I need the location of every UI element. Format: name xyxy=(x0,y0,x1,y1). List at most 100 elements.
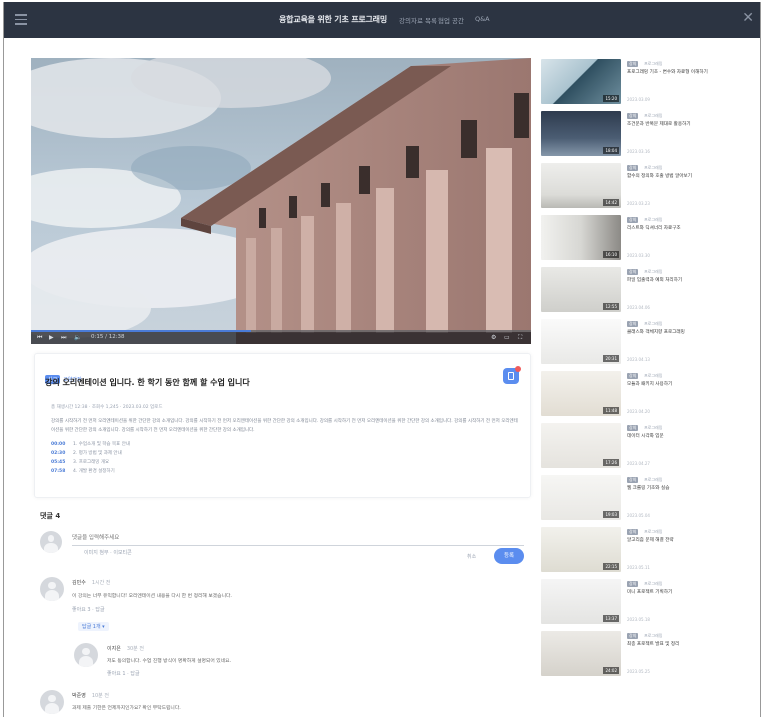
video-title[interactable]: 프로그래밍 기초 - 변수와 자료형 이해하기 xyxy=(627,70,747,76)
video-thumbnail[interactable]: 19:03 xyxy=(541,475,621,520)
post-comment-button[interactable]: 등록 xyxy=(494,548,524,564)
lecture-headline: 강의 오리엔테이션 입니다. 한 학기 동안 함께 할 수업 입니다 xyxy=(45,378,250,387)
video-date: 2023.03.23 xyxy=(627,201,650,206)
video-category: 프로그래밍 xyxy=(644,217,663,222)
volume-icon[interactable]: 🔈 xyxy=(74,334,81,341)
comment-actions[interactable]: 좋아요 1 · 답글 xyxy=(107,670,140,677)
chapter-item[interactable]: 05:45 3. 프로그래밍 개요 xyxy=(51,459,130,468)
video-badge: 강의 xyxy=(627,373,639,379)
related-video-item[interactable]: 12:55 강의 프로그래밍 파일 입출력과 예외 처리하기 2023.04.06 xyxy=(541,267,751,315)
video-thumbnail[interactable]: 16:10 xyxy=(541,215,621,260)
video-progress-bar[interactable] xyxy=(31,330,531,332)
skip-forward-icon[interactable]: ⏭ xyxy=(61,334,66,341)
video-title[interactable]: 데이터 시각화 입문 xyxy=(627,434,747,440)
video-thumbnail[interactable]: 20:31 xyxy=(541,319,621,364)
video-controls: ⏮ ▶ ⏭ 🔈 0:15 / 12:38 ⚙ ▭ ⛶ xyxy=(31,330,531,344)
video-title[interactable]: 파일 입출력과 예외 처리하기 xyxy=(627,278,747,284)
video-title[interactable]: 함수의 정의와 호출 방법 알아보기 xyxy=(627,174,747,180)
related-video-item[interactable]: 16:10 강의 프로그래밍 리스트와 딕셔너리 자료구조 2023.03.30 xyxy=(541,215,751,263)
comment-input[interactable] xyxy=(72,531,524,546)
video-date: 2023.04.27 xyxy=(627,461,650,466)
comment-text: 저도 동의합니다. 수업 진행 방식이 명확하게 설명되어 있네요. xyxy=(107,659,232,664)
video-duration: 14:42 xyxy=(603,199,619,206)
related-video-item[interactable]: 14:42 강의 프로그래밍함수의 정의와 호출 방법 알아보기 2023.03.23 xyxy=(541,163,751,211)
chapter-item[interactable]: 02:30 2. 평가 방법 및 과제 안내 xyxy=(51,450,130,459)
subtitles-icon[interactable]: ▭ xyxy=(504,334,510,341)
video-duration: 24:02 xyxy=(603,667,619,674)
video-category: 프로그래밍 xyxy=(644,633,663,638)
nav-link-qna[interactable]: Q&A xyxy=(475,15,490,23)
video-time: 0:15 / 12:38 xyxy=(91,334,125,340)
video-thumbnail[interactable]: 12:55 xyxy=(541,267,621,312)
lecture-description: 강의를 시작하기 전 먼저 오리엔테이션을 위한 간단한 강의 소개입니다. 강… xyxy=(51,419,518,433)
video-duration: 22:15 xyxy=(603,563,619,570)
notebook-icon xyxy=(508,372,514,380)
fullscreen-icon[interactable]: ⛶ xyxy=(518,334,522,341)
video-date: 2023.03.09 xyxy=(627,97,650,102)
video-category: 프로그래밍 xyxy=(644,477,663,482)
video-title[interactable]: 최종 프로젝트 발표 및 정리 xyxy=(627,642,747,648)
nav-link-collab[interactable]: 협업 공간 xyxy=(438,15,464,25)
comment-actions[interactable]: 좋아요 3 · 답글 xyxy=(72,606,105,613)
video-player[interactable]: ⏮ ▶ ⏭ 🔈 0:15 / 12:38 ⚙ ▭ ⛶ xyxy=(31,58,531,344)
video-category: 프로그래밍 xyxy=(644,581,663,586)
video-category: 프로그래밍 xyxy=(644,113,663,118)
video-badge: 강의 xyxy=(627,165,639,171)
video-category: 프로그래밍 xyxy=(644,165,663,170)
related-video-item[interactable]: 11:48 강의 프로그래밍 모듈과 패키지 사용하기 2023.04.20 xyxy=(541,371,751,419)
related-video-item[interactable]: 15:20 강의 프로그래밍 프로그래밍 기초 - 변수와 자료형 이해하기 2023.… xyxy=(541,59,751,107)
video-thumbnail[interactable]: 13:37 xyxy=(541,579,621,624)
chapter-list: 00:00 1. 수업소개 및 학습 목표 안내 02:30 2. 평가 방법 및 … xyxy=(51,441,130,477)
play-icon[interactable]: ▶ xyxy=(49,334,54,341)
avatar xyxy=(40,690,64,714)
related-video-item[interactable]: 19:03 강의 프로그래밍웹 크롤링 기초와 실습 2023.05.04 xyxy=(541,475,751,523)
video-duration: 11:48 xyxy=(603,407,619,414)
skip-back-icon[interactable]: ⏮ xyxy=(37,334,42,341)
video-duration: 18:04 xyxy=(603,147,619,154)
related-video-item[interactable]: 20:31 강의 프로그래밍 클래스와 객체지향 프로그래밍 2023.04.13 xyxy=(541,319,751,367)
video-title[interactable]: 리스트와 딕셔너리 자료구조 xyxy=(627,226,747,232)
video-badge: 강의 xyxy=(627,633,639,639)
nav-link-materials[interactable]: 강의자료 목록 xyxy=(399,15,437,25)
comment-attach-options[interactable]: 이미지 첨부 · 이모티콘 xyxy=(84,549,132,556)
video-title[interactable]: 모듈과 패키지 사용하기 xyxy=(627,382,747,388)
video-date: 2023.05.04 xyxy=(627,513,650,518)
chapter-item[interactable]: 00:00 1. 수업소개 및 학습 목표 안내 xyxy=(51,441,130,450)
avatar xyxy=(40,531,62,553)
related-video-item[interactable]: 13:37 강의 프로그래밍 미니 프로젝트 기획하기 2023.05.18 xyxy=(541,579,751,627)
video-thumbnail[interactable]: 22:15 xyxy=(541,527,621,572)
cancel-button[interactable]: 취소 xyxy=(467,553,476,560)
video-duration: 12:55 xyxy=(603,303,619,310)
related-video-item[interactable]: 17:26 강의 프로그래밍 데이터 시각화 입문 2023.04.27 xyxy=(541,423,751,471)
video-title[interactable]: 웹 크롤링 기초와 실습 xyxy=(627,486,747,492)
comment-author: 이지은 30분 전 xyxy=(107,646,144,652)
chapter-item[interactable]: 07:58 4. 개발 환경 설정하기 xyxy=(51,468,130,477)
video-thumbnail[interactable]: 14:42 xyxy=(541,163,621,208)
video-category: 프로그래밍 xyxy=(644,321,663,326)
notes-button[interactable] xyxy=(503,366,521,384)
lecture-meta: 총 재생시간 12:38 · 조회수 1,245 · 2023.03.02 업로… xyxy=(51,405,163,410)
comment-text: 과제 제출 기한은 언제까지인가요? 확인 부탁드립니다. xyxy=(72,706,181,711)
video-date: 2023.04.06 xyxy=(627,305,650,310)
related-video-item[interactable]: 22:15 강의 프로그래밍 알고리즘 문제 해결 전략 2023.05.11 xyxy=(541,527,751,575)
video-thumbnail[interactable]: 11:48 xyxy=(541,371,621,416)
related-video-item[interactable]: 18:04 강의 프로그래밍 조건문과 반복문 제대로 활용하기 2023.03.16 xyxy=(541,111,751,159)
close-icon[interactable]: ✕ xyxy=(742,11,754,25)
video-thumbnail[interactable]: 18:04 xyxy=(541,111,621,156)
replies-toggle[interactable]: 답글 1개 ▾ xyxy=(78,622,109,631)
video-thumbnail[interactable]: 15:20 xyxy=(541,59,621,104)
settings-icon[interactable]: ⚙ xyxy=(491,334,496,341)
hamburger-menu-icon[interactable] xyxy=(15,14,27,25)
video-date: 2023.05.11 xyxy=(627,565,650,570)
video-thumbnail[interactable]: 17:26 xyxy=(541,423,621,468)
video-badge: 강의 xyxy=(627,477,639,483)
video-thumbnail[interactable]: 24:02 xyxy=(541,631,621,676)
video-title[interactable]: 조건문과 반복문 제대로 활용하기 xyxy=(627,122,747,128)
video-title[interactable]: 클래스와 객체지향 프로그래밍 xyxy=(627,330,747,336)
video-duration: 15:20 xyxy=(603,95,619,102)
video-title[interactable]: 알고리즘 문제 해결 전략 xyxy=(627,538,747,544)
related-video-item[interactable]: 24:02 강의 프로그래밍 최종 프로젝트 발표 및 정리 2023.05.25 xyxy=(541,631,751,679)
video-title[interactable]: 미니 프로젝트 기획하기 xyxy=(627,590,747,596)
video-duration: 13:37 xyxy=(603,615,619,622)
comment-text: 이 강의는 너무 유익합니다! 오리엔테이션 내용을 다시 한 번 정리해 보겠… xyxy=(72,594,232,599)
